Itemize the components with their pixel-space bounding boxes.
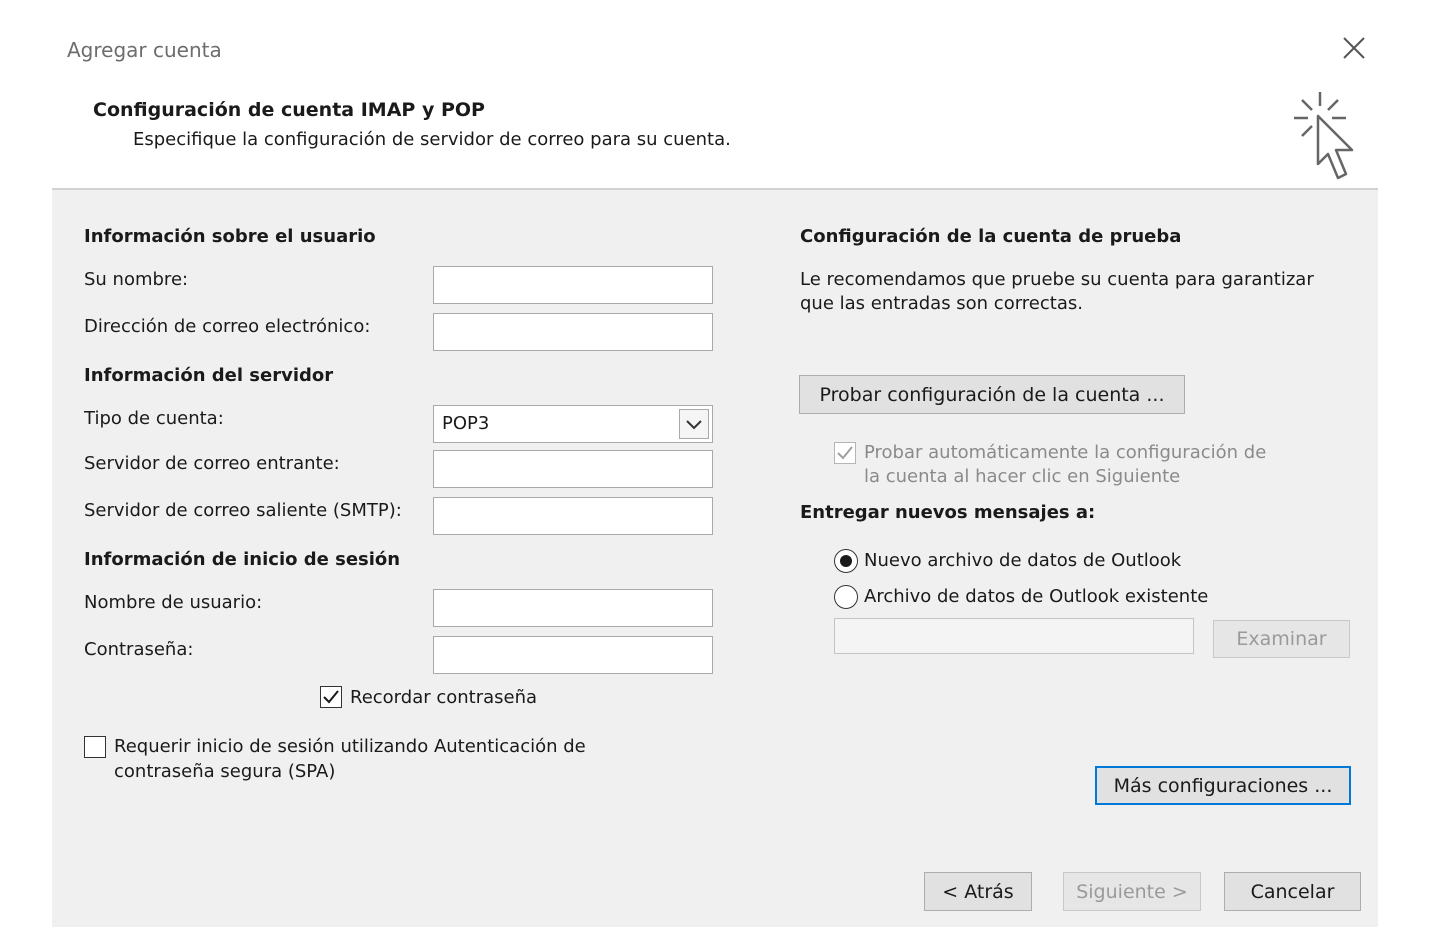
incoming-server-label: Servidor de correo entrante: bbox=[84, 453, 340, 474]
spa-label-line2[interactable]: contraseña segura (SPA) bbox=[114, 761, 335, 782]
spa-label-line1[interactable]: Requerir inicio de sesión utilizando Aut… bbox=[114, 736, 586, 757]
next-button: Siguiente > bbox=[1063, 872, 1201, 911]
spa-checkbox[interactable] bbox=[84, 736, 106, 758]
server-info-title: Información del servidor bbox=[84, 365, 334, 386]
account-type-label: Tipo de cuenta: bbox=[84, 408, 224, 429]
wizard-cursor-icon bbox=[1288, 88, 1360, 184]
login-info-title: Información de inicio de sesión bbox=[84, 549, 401, 570]
chevron-down-icon[interactable] bbox=[679, 409, 709, 439]
test-desc-line2: que las entradas son correctas. bbox=[800, 293, 1083, 314]
radio-existing-data-file[interactable] bbox=[834, 585, 858, 609]
more-settings-button[interactable]: Más configuraciones ... bbox=[1095, 766, 1351, 805]
password-label: Contraseña: bbox=[84, 639, 194, 660]
existing-data-file-label[interactable]: Archivo de datos de Outlook existente bbox=[864, 586, 1208, 607]
test-desc-line1: Le recomendamos que pruebe su cuenta par… bbox=[800, 269, 1314, 290]
account-type-value: POP3 bbox=[442, 413, 490, 434]
name-label: Su nombre: bbox=[84, 269, 189, 290]
name-field[interactable] bbox=[433, 266, 713, 304]
username-field[interactable] bbox=[433, 589, 713, 627]
username-label: Nombre de usuario: bbox=[84, 592, 263, 613]
email-field[interactable] bbox=[433, 313, 713, 351]
deliver-title: Entregar nuevos mensajes a: bbox=[800, 502, 1096, 523]
auto-test-label-line1: Probar automáticamente la configuración … bbox=[864, 442, 1267, 463]
incoming-server-field[interactable] bbox=[433, 450, 713, 488]
checkmark-icon bbox=[323, 690, 339, 704]
user-info-title: Información sobre el usuario bbox=[84, 226, 376, 247]
page-subtitle: Especifique la configuración de servidor… bbox=[133, 129, 731, 150]
window-title: Agregar cuenta bbox=[67, 38, 222, 62]
email-label: Dirección de correo electrónico: bbox=[84, 316, 371, 337]
password-field[interactable] bbox=[433, 636, 713, 674]
remember-password-checkbox[interactable] bbox=[320, 686, 342, 708]
browse-button: Examinar bbox=[1213, 620, 1350, 658]
back-button[interactable]: < Atrás bbox=[924, 872, 1032, 911]
remember-password-label[interactable]: Recordar contraseña bbox=[350, 687, 537, 708]
outgoing-server-field[interactable] bbox=[433, 497, 713, 535]
radio-selected-dot bbox=[840, 555, 852, 567]
test-settings-title: Configuración de la cuenta de prueba bbox=[800, 226, 1182, 247]
test-account-button[interactable]: Probar configuración de la cuenta ... bbox=[799, 375, 1185, 414]
auto-test-checkbox bbox=[834, 442, 856, 464]
page-title: Configuración de cuenta IMAP y POP bbox=[93, 99, 485, 121]
existing-file-path-field bbox=[834, 618, 1194, 654]
outgoing-server-label: Servidor de correo saliente (SMTP): bbox=[84, 500, 402, 521]
radio-new-data-file[interactable] bbox=[834, 549, 858, 573]
account-type-select[interactable]: POP3 bbox=[433, 405, 713, 443]
checkmark-icon bbox=[837, 446, 853, 460]
new-data-file-label[interactable]: Nuevo archivo de datos de Outlook bbox=[864, 550, 1181, 571]
auto-test-label-line2: la cuenta al hacer clic en Siguiente bbox=[864, 466, 1181, 487]
cancel-button[interactable]: Cancelar bbox=[1224, 872, 1361, 911]
close-icon[interactable] bbox=[1340, 34, 1368, 62]
